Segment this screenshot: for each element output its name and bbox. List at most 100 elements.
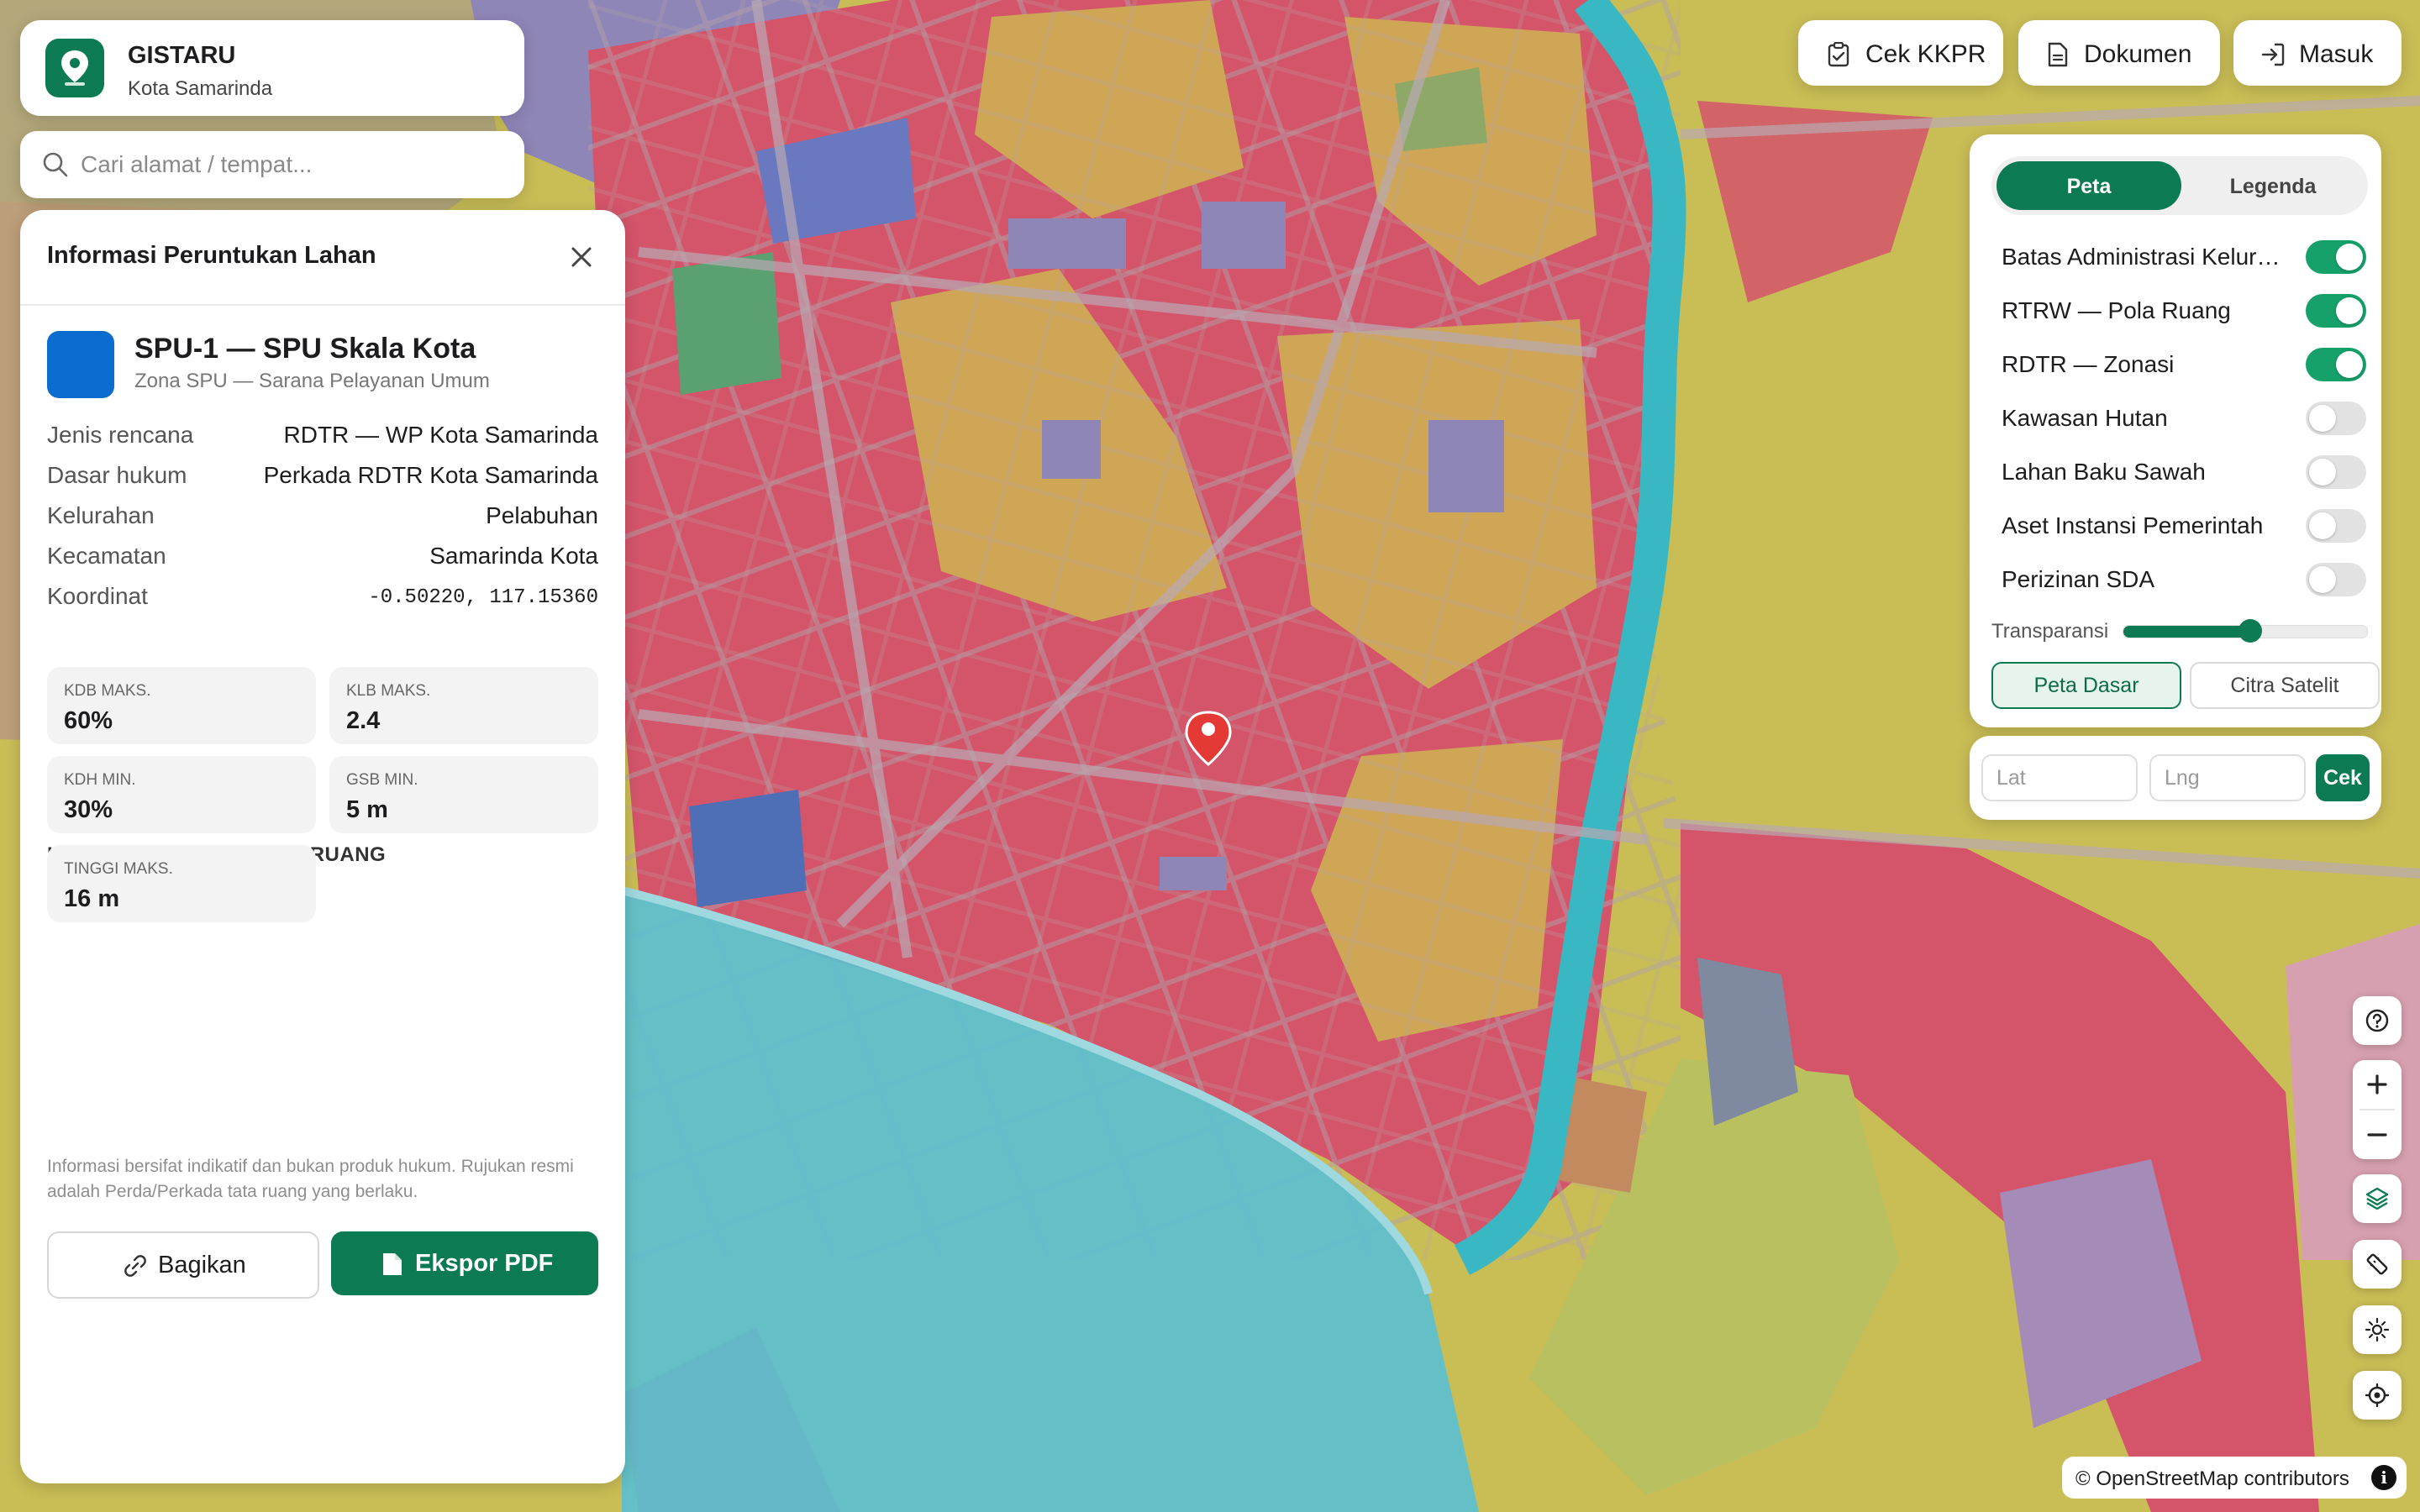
layer-toggle[interactable] xyxy=(2306,455,2366,489)
longitude-input[interactable] xyxy=(2149,754,2306,801)
stat-card: KDB MAKS. 60% xyxy=(47,667,316,744)
detail-value: Samarinda Kota xyxy=(429,543,598,569)
zoom-control xyxy=(2353,1060,2402,1159)
land-use-info-panel: Informasi Peruntukan Lahan SPU-1 — SPU S… xyxy=(20,210,625,1483)
block-office-4 xyxy=(1042,420,1101,479)
brand-card: GISTARU Kota Samarinda xyxy=(20,20,524,116)
layers-button[interactable] xyxy=(2353,1174,2402,1223)
toggle-knob xyxy=(2336,297,2363,324)
block-office-3 xyxy=(1428,420,1504,512)
stat-card: KLB MAKS. 2.4 xyxy=(329,667,598,744)
layer-row: Batas Administrasi Kelurahan xyxy=(2002,230,2366,284)
layer-toggle[interactable] xyxy=(2306,402,2366,435)
zone-subtitle: Zona SPU — Sarana Pelayanan Umum xyxy=(134,370,490,392)
dokumen-label: Dokumen xyxy=(2084,40,2192,68)
cek-coordinate-button[interactable]: Cek xyxy=(2316,754,2370,801)
stat-value: 30% xyxy=(64,796,113,823)
coordinate-search: Cek xyxy=(1970,736,2381,820)
layer-panel: Peta Legenda Batas Administrasi Keluraha… xyxy=(1970,134,2381,727)
layer-label: Batas Administrasi Kelurahan xyxy=(2002,244,2287,270)
layer-row: Perizinan SDA xyxy=(2002,553,2366,606)
basemap-citra-satelit-label: Citra Satelit xyxy=(2230,674,2339,697)
masuk-label: Masuk xyxy=(2299,40,2374,68)
layer-toggle[interactable] xyxy=(2306,294,2366,328)
stat-value: 60% xyxy=(64,707,113,734)
toggle-knob xyxy=(2336,351,2363,378)
block-office-5 xyxy=(1160,857,1227,890)
transparency-label: Transparansi xyxy=(1991,620,2109,643)
locate-button[interactable] xyxy=(2353,1371,2402,1420)
layer-row: RDTR — Zonasi xyxy=(2002,338,2366,391)
layer-label: Perizinan SDA xyxy=(2002,566,2155,592)
cek-kkpr-label: Cek KKPR xyxy=(1865,40,1986,68)
ruler-icon xyxy=(2366,1253,2388,1275)
block-office-1 xyxy=(1202,202,1286,269)
layer-toggle[interactable] xyxy=(2306,563,2366,596)
detail-value: Pelabuhan xyxy=(486,502,598,528)
file-icon xyxy=(383,1253,402,1275)
zoom-out-icon xyxy=(2367,1133,2387,1137)
layer-row: Kawasan Hutan xyxy=(2002,391,2366,445)
attribution-text: © OpenStreetMap contributors xyxy=(2075,1467,2349,1490)
dokumen-button[interactable]: Dokumen xyxy=(2018,20,2220,86)
share-button[interactable]: Bagikan xyxy=(47,1231,319,1299)
panel-tabs: Peta Legenda xyxy=(1991,156,2368,215)
toggle-knob xyxy=(2309,459,2336,486)
login-icon xyxy=(2261,43,2285,66)
transparency-handle[interactable] xyxy=(2238,619,2262,643)
layer-label: Lahan Baku Sawah xyxy=(2002,459,2206,485)
masuk-button[interactable]: Masuk xyxy=(2233,20,2402,86)
zoom-out-button[interactable] xyxy=(2353,1110,2402,1159)
export-pdf-label: Ekspor PDF xyxy=(415,1250,554,1277)
panel-header: Informasi Peruntukan Lahan xyxy=(20,210,625,306)
zoom-in-icon xyxy=(2367,1074,2387,1095)
layer-toggle[interactable] xyxy=(2306,509,2366,543)
search-input[interactable] xyxy=(79,143,502,186)
tab-peta-label: Peta xyxy=(2066,175,2112,198)
measure-button[interactable] xyxy=(2353,1240,2402,1289)
zoom-in-button[interactable] xyxy=(2353,1060,2402,1109)
detail-row: Koordinat -0.50220, 117.15360 xyxy=(47,583,598,620)
cek-kkpr-button[interactable]: Cek KKPR xyxy=(1798,20,2003,86)
map-attribution: © OpenStreetMap contributors i xyxy=(2062,1457,2407,1499)
layer-toggle[interactable] xyxy=(2306,348,2366,381)
help-button[interactable] xyxy=(2353,996,2402,1045)
layer-row: Lahan Baku Sawah xyxy=(2002,445,2366,499)
layer-row: RTRW — Pola Ruang xyxy=(2002,284,2366,338)
latitude-input[interactable] xyxy=(1981,754,2138,801)
detail-key: Kecamatan xyxy=(47,543,166,569)
detail-key: Koordinat xyxy=(47,583,148,609)
zone-spu-west xyxy=(689,790,807,907)
app-name: GISTARU xyxy=(128,42,236,69)
export-pdf-button[interactable]: Ekspor PDF xyxy=(331,1231,598,1295)
info-icon[interactable]: i xyxy=(2371,1465,2396,1490)
close-button[interactable] xyxy=(563,239,600,276)
brightness-button[interactable] xyxy=(2353,1305,2402,1354)
stat-value: 2.4 xyxy=(346,707,381,734)
zone-color-swatch xyxy=(47,331,114,398)
app-city: Kota Samarinda xyxy=(128,77,273,100)
transparency-fill xyxy=(2123,626,2250,638)
toggle-knob xyxy=(2309,512,2336,539)
detail-row: Kecamatan Samarinda Kota xyxy=(47,543,598,580)
clipboard-check-icon xyxy=(1828,42,1849,67)
layer-row: Aset Instansi Pemerintah xyxy=(2002,499,2366,553)
detail-key: Kelurahan xyxy=(47,502,155,528)
layer-toggle[interactable] xyxy=(2306,240,2366,274)
basemap-peta-dasar-button[interactable]: Peta Dasar xyxy=(1991,662,2181,709)
stat-label: KDB MAKS. xyxy=(64,682,151,700)
brightness-icon xyxy=(2365,1317,2390,1342)
basemap-citra-satelit-button[interactable]: Citra Satelit xyxy=(2190,662,2380,709)
detail-value: RDTR — WP Kota Samarinda xyxy=(283,422,599,448)
tab-legenda[interactable]: Legenda xyxy=(2183,161,2363,210)
zone-title: SPU-1 — SPU Skala Kota xyxy=(134,333,476,365)
stat-label: KDH MIN. xyxy=(64,771,136,789)
transparency-slider[interactable] xyxy=(2123,619,2368,643)
detail-row: Kelurahan Pelabuhan xyxy=(47,502,598,539)
stat-label: KLB MAKS. xyxy=(346,682,431,700)
panel-title: Informasi Peruntukan Lahan xyxy=(47,242,376,269)
toggle-knob xyxy=(2309,566,2336,593)
coordinate-value: -0.50220, 117.15360 xyxy=(368,586,598,609)
tab-peta[interactable]: Peta xyxy=(1996,161,2181,210)
search-bar xyxy=(20,131,524,198)
